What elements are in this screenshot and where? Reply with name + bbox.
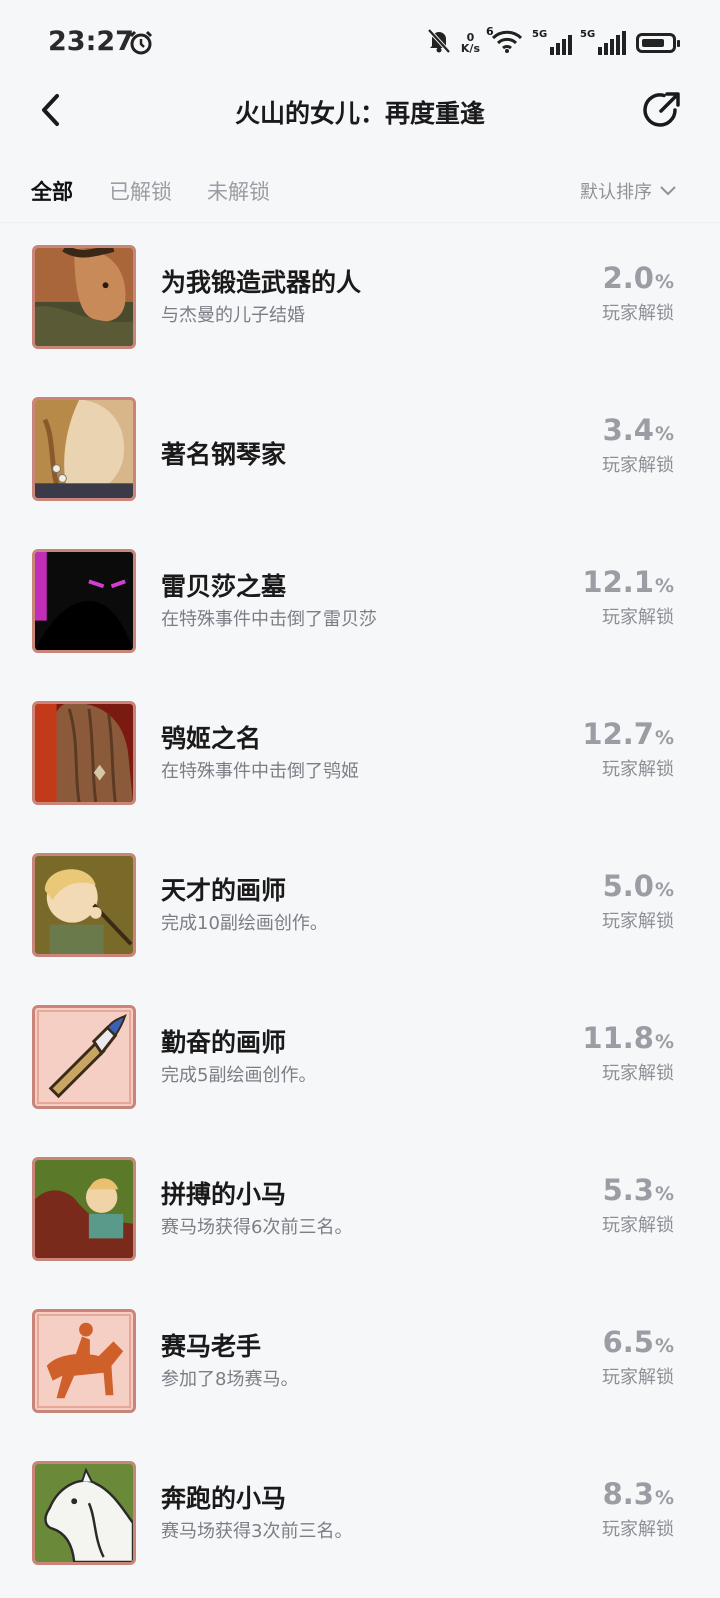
achievement-item[interactable]: 拼搏的小马 赛马场获得6次前三名。 5.3% 玩家解锁 bbox=[0, 1137, 720, 1289]
sim1-label: 5G bbox=[532, 29, 548, 40]
status-time: 23:27 bbox=[48, 26, 134, 57]
achievement-name: 奔跑的小马 bbox=[161, 1484, 287, 1513]
chevron-down-icon bbox=[660, 186, 676, 196]
achievement-name: 天才的画师 bbox=[161, 876, 287, 905]
unlock-rate-value: 12.1 bbox=[582, 565, 654, 599]
network-speed: 0 K/s bbox=[461, 32, 480, 54]
percent-sign: % bbox=[654, 1335, 674, 1357]
unlock-rate-value: 5.3 bbox=[602, 1173, 654, 1207]
percent-sign: % bbox=[654, 271, 674, 293]
achievement-item[interactable]: 赛马老手 参加了8场赛马。 6.5% 玩家解锁 bbox=[0, 1289, 720, 1441]
unlock-rate: 8.3% bbox=[603, 1477, 674, 1511]
signal-icon-sim2: 5G bbox=[580, 29, 626, 55]
achievement-name: 著名钢琴家 bbox=[161, 440, 287, 469]
unlock-rate: 6.5% bbox=[603, 1325, 674, 1359]
unlock-rate-value: 11.8 bbox=[582, 1021, 654, 1055]
unlock-label: 玩家解锁 bbox=[602, 1063, 674, 1084]
achievement-item[interactable]: 鸮姬之名 在特殊事件中击倒了鸮姬 12.7% 玩家解锁 bbox=[0, 681, 720, 833]
achievement-desc: 与杰曼的儿子结婚 bbox=[161, 305, 305, 326]
achievement-icon-portrait bbox=[32, 245, 136, 349]
achievement-icon-shadow-figure bbox=[32, 549, 136, 653]
alarm-icon bbox=[128, 30, 154, 60]
sim2-label: 5G bbox=[580, 29, 596, 40]
achievement-desc: 完成5副绘画创作。 bbox=[161, 1065, 317, 1086]
achievement-name: 拼搏的小马 bbox=[161, 1180, 287, 1209]
tab-all[interactable]: 全部 bbox=[31, 176, 73, 206]
tab-locked[interactable]: 未解锁 bbox=[207, 176, 270, 206]
achievement-name: 为我锻造武器的人 bbox=[161, 268, 362, 297]
percent-sign: % bbox=[654, 1487, 674, 1509]
achievement-desc: 参加了8场赛马。 bbox=[161, 1369, 299, 1390]
battery-level bbox=[642, 39, 664, 47]
tab-unlocked[interactable]: 已解锁 bbox=[109, 176, 172, 206]
achievement-desc: 赛马场获得6次前三名。 bbox=[161, 1217, 353, 1238]
achievement-desc: 赛马场获得3次前三名。 bbox=[161, 1521, 353, 1542]
unlock-label: 玩家解锁 bbox=[602, 455, 674, 476]
achievement-icon-portrait bbox=[32, 701, 136, 805]
unlock-rate-value: 2.0 bbox=[602, 261, 654, 295]
unlock-rate: 12.1% bbox=[582, 565, 674, 599]
status-bar: 23:27 0 K/s 6 5G 5G bbox=[0, 0, 720, 88]
unlock-rate: 2.0% bbox=[603, 261, 674, 295]
status-icons: 0 K/s 6 5G 5G bbox=[427, 25, 680, 58]
percent-sign: % bbox=[654, 879, 674, 901]
percent-sign: % bbox=[654, 575, 674, 597]
unlock-rate: 5.0% bbox=[603, 869, 674, 903]
achievement-icon-horse-rider bbox=[32, 1309, 136, 1413]
unlock-rate-value: 8.3 bbox=[602, 1477, 654, 1511]
percent-sign: % bbox=[654, 727, 674, 749]
percent-sign: % bbox=[654, 1183, 674, 1205]
unlock-rate-value: 6.5 bbox=[602, 1325, 654, 1359]
unlock-rate: 3.4% bbox=[603, 413, 674, 447]
unlock-rate-value: 5.0 bbox=[602, 869, 654, 903]
achievement-desc: 在特殊事件中击倒了雷贝莎 bbox=[161, 609, 377, 630]
achievement-item[interactable]: 天才的画师 完成10副绘画创作。 5.0% 玩家解锁 bbox=[0, 833, 720, 985]
unlock-label: 玩家解锁 bbox=[602, 911, 674, 932]
share-icon bbox=[643, 92, 680, 127]
achievement-icon-portrait bbox=[32, 853, 136, 957]
unlock-rate: 11.8% bbox=[582, 1021, 674, 1055]
achievement-item[interactable]: 雷贝莎之墓 在特殊事件中击倒了雷贝莎 12.1% 玩家解锁 bbox=[0, 529, 720, 681]
achievement-name: 赛马老手 bbox=[161, 1332, 262, 1361]
sort-label: 默认排序 bbox=[580, 182, 652, 203]
percent-sign: % bbox=[654, 1031, 674, 1053]
achievement-desc: 完成10副绘画创作。 bbox=[161, 913, 328, 934]
wifi-icon: 6 bbox=[486, 25, 524, 57]
unlock-label: 玩家解锁 bbox=[602, 1215, 674, 1236]
unlock-rate: 12.7% bbox=[582, 717, 674, 751]
achievement-icon-horse bbox=[32, 1461, 136, 1565]
unlock-rate-value: 3.4 bbox=[602, 413, 654, 447]
unlock-label: 玩家解锁 bbox=[602, 303, 674, 324]
unlock-label: 玩家解锁 bbox=[602, 759, 674, 780]
nav-bar: 火山的女儿：再度重逢 bbox=[0, 88, 720, 152]
achievement-name: 勤奋的画师 bbox=[161, 1028, 287, 1057]
achievement-icon-horse-rider bbox=[32, 1157, 136, 1261]
achievement-item[interactable]: 为我锻造武器的人 与杰曼的儿子结婚 2.0% 玩家解锁 bbox=[0, 225, 720, 377]
achievement-item[interactable]: 勤奋的画师 完成5副绘画创作。 11.8% 玩家解锁 bbox=[0, 985, 720, 1137]
achievement-item[interactable]: 著名钢琴家 3.4% 玩家解锁 bbox=[0, 377, 720, 529]
share-button[interactable] bbox=[640, 88, 684, 132]
page-title: 火山的女儿：再度重逢 bbox=[234, 99, 485, 128]
achievement-name: 雷贝莎之墓 bbox=[161, 572, 287, 601]
wifi-label: 6 bbox=[486, 25, 494, 38]
unlock-rate: 5.3% bbox=[603, 1173, 674, 1207]
filter-bar: 全部 已解锁 未解锁 默认排序 bbox=[0, 170, 720, 223]
network-speed-unit: K/s bbox=[460, 42, 480, 55]
percent-sign: % bbox=[654, 423, 674, 445]
unlock-label: 玩家解锁 bbox=[602, 1367, 674, 1388]
achievement-desc: 在特殊事件中击倒了鸮姬 bbox=[161, 761, 359, 782]
battery-icon bbox=[636, 33, 680, 53]
mute-icon bbox=[427, 28, 451, 58]
unlock-label: 玩家解锁 bbox=[602, 607, 674, 628]
achievement-icon-paintbrush bbox=[32, 1005, 136, 1109]
achievement-item[interactable]: 奔跑的小马 赛马场获得3次前三名。 8.3% 玩家解锁 bbox=[0, 1441, 720, 1593]
achievement-list: 为我锻造武器的人 与杰曼的儿子结婚 2.0% 玩家解锁 著名钢琴家 3.4% 玩… bbox=[0, 225, 720, 1593]
signal-icon-sim1: 5G bbox=[532, 29, 572, 55]
unlock-rate-value: 12.7 bbox=[582, 717, 654, 751]
achievement-name: 鸮姬之名 bbox=[161, 724, 262, 753]
achievement-icon-portrait bbox=[32, 397, 136, 501]
sort-dropdown[interactable]: 默认排序 bbox=[580, 178, 676, 204]
unlock-label: 玩家解锁 bbox=[602, 1519, 674, 1540]
